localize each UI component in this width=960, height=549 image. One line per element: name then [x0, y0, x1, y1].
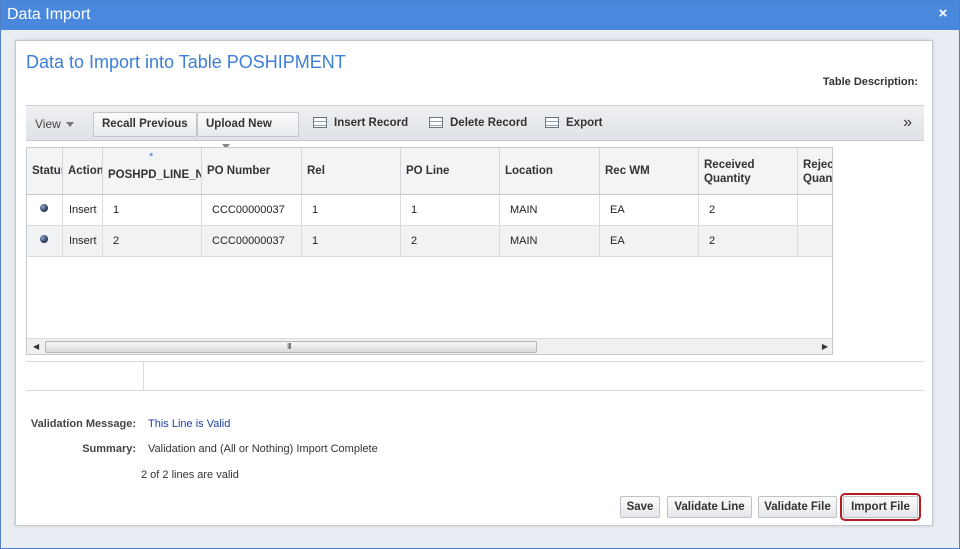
insert-record-label: Insert Record	[334, 117, 409, 129]
table-cell[interactable]: Insert	[63, 226, 103, 257]
import-grid: Status Action *POSHPD_LINE_NUM PO Number…	[26, 147, 833, 355]
status-cell	[27, 195, 63, 226]
table-cell[interactable]: EA	[600, 195, 699, 226]
close-icon[interactable]: ×	[936, 6, 950, 21]
table-cell[interactable]: 2	[103, 226, 202, 257]
delete-record-icon	[429, 117, 443, 128]
table-cell[interactable]	[798, 195, 832, 226]
validation-message-label: Validation Message:	[30, 418, 136, 430]
import-panel: Data to Import into Table POSHIPMENT Tab…	[15, 40, 933, 526]
column-header[interactable]: Rec WM	[600, 148, 699, 195]
summary-label: Summary:	[82, 443, 136, 455]
export-label: Export	[566, 117, 603, 129]
export-button[interactable]: Export	[545, 117, 602, 129]
column-header[interactable]: Rel	[302, 148, 401, 195]
chevron-down-icon	[65, 122, 74, 128]
insert-record-button[interactable]: Insert Record	[313, 117, 408, 129]
export-icon	[545, 117, 559, 128]
more-icon[interactable]: »	[903, 114, 912, 132]
grid-toolbar: View Recall Previous Upload New Insert R…	[26, 105, 924, 150]
validate-file-button[interactable]: Validate File	[758, 496, 837, 518]
validation-message-value: This Line is Valid	[148, 418, 231, 430]
status-dot-icon	[40, 235, 48, 243]
validate-line-button[interactable]: Validate Line	[667, 496, 752, 518]
delete-record-label: Delete Record	[450, 117, 528, 129]
column-header[interactable]: Action	[63, 148, 103, 195]
column-header[interactable]: Received Quantity	[699, 148, 798, 195]
delete-record-button[interactable]: Delete Record	[429, 117, 527, 129]
table-cell[interactable]: 2	[699, 226, 798, 257]
lines-valid-text: 2 of 2 lines are valid	[141, 469, 239, 481]
status-dot-icon	[40, 204, 48, 212]
grid-header: Status Action *POSHPD_LINE_NUM PO Number…	[27, 148, 832, 195]
table-cell[interactable]: 1	[302, 195, 401, 226]
status-cell	[27, 226, 63, 257]
scroll-left-icon[interactable]: ◀	[33, 342, 39, 351]
table-cell[interactable]: MAIN	[500, 195, 600, 226]
table-cell[interactable]: Insert	[63, 195, 103, 226]
save-button[interactable]: Save	[620, 496, 660, 518]
data-import-window: Data Import × Data to Import into Table …	[0, 0, 960, 549]
recall-previous-label: Recall Previous	[102, 118, 188, 130]
required-marker: *	[149, 151, 154, 163]
insert-record-icon	[313, 117, 327, 128]
table-description-label: Table Description:	[822, 76, 918, 88]
table-cell[interactable]: CCC00000037	[202, 195, 302, 226]
column-header[interactable]: Rejected Quantity	[798, 148, 832, 195]
column-header[interactable]: Status	[27, 148, 63, 195]
summary-value: Validation and (All or Nothing) Import C…	[148, 443, 378, 455]
column-header[interactable]: PO Number	[202, 148, 302, 195]
upload-new-label: Upload New	[206, 118, 272, 130]
table-cell[interactable]: 1	[401, 195, 500, 226]
import-file-button[interactable]: Import File	[840, 493, 921, 521]
window-title: Data Import	[7, 6, 91, 23]
table-cell[interactable]: CCC00000037	[202, 226, 302, 257]
scrollbar-thumb[interactable]: III	[45, 341, 537, 353]
column-header[interactable]: *POSHPD_LINE_NUM	[103, 148, 202, 195]
table-row[interactable]: Insert 1 CCC00000037 1 1 MAIN EA 2	[27, 195, 832, 226]
recall-previous-button[interactable]: Recall Previous	[93, 112, 197, 137]
view-menu[interactable]: View	[35, 117, 74, 131]
table-cell[interactable]	[798, 226, 832, 257]
table-cell[interactable]: 1	[103, 195, 202, 226]
table-cell[interactable]: 2	[401, 226, 500, 257]
divider	[143, 362, 144, 391]
table-cell[interactable]: EA	[600, 226, 699, 257]
grip-icon: III	[287, 342, 292, 351]
column-header[interactable]: Location	[500, 148, 600, 195]
title-bar: Data Import ×	[1, 1, 959, 30]
table-row[interactable]: Insert 2 CCC00000037 1 2 MAIN EA 2	[27, 226, 832, 257]
horizontal-scrollbar[interactable]: ◀ III ▶	[27, 338, 832, 354]
table-cell[interactable]: 1	[302, 226, 401, 257]
column-header[interactable]: PO Line	[401, 148, 500, 195]
scroll-right-icon[interactable]: ▶	[822, 342, 828, 351]
table-cell[interactable]: MAIN	[500, 226, 600, 257]
upload-new-dropdown[interactable]: Upload New	[197, 112, 299, 150]
view-label: View	[35, 117, 61, 131]
table-cell[interactable]: 2	[699, 195, 798, 226]
page-title: Data to Import into Table POSHIPMENT	[26, 52, 346, 72]
grid-footer-strip	[26, 361, 924, 391]
